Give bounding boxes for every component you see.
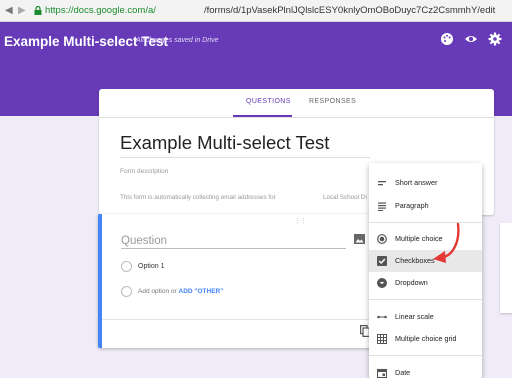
checkbox-icon bbox=[377, 256, 387, 266]
menu-item-label: Linear scale bbox=[395, 312, 434, 321]
option-1-label[interactable]: Option 1 bbox=[138, 263, 164, 270]
add-option-row: Add option or ADD "OTHER" bbox=[138, 288, 223, 295]
save-status: All changes saved in Drive bbox=[136, 37, 219, 44]
paragraph-icon bbox=[378, 202, 386, 211]
add-other-link[interactable]: ADD "OTHER" bbox=[179, 288, 224, 295]
forward-icon[interactable]: ▶ bbox=[18, 5, 26, 16]
menu-item-label: Dropdown bbox=[395, 278, 428, 287]
browser-url-bar[interactable]: ◀ ▶ https://docs.google.com/a/ /forms/d/… bbox=[0, 0, 512, 22]
annotation-arrow-icon bbox=[433, 222, 460, 263]
menu-item-date[interactable]: Date bbox=[369, 362, 482, 378]
menu-item-label: Paragraph bbox=[395, 201, 429, 210]
back-icon[interactable]: ◀ bbox=[5, 5, 13, 16]
radio-icon bbox=[377, 234, 387, 244]
add-image-icon[interactable] bbox=[354, 234, 365, 244]
menu-item-multiple-choice-grid[interactable]: Multiple choice grid bbox=[369, 328, 482, 350]
dropdown-icon bbox=[377, 278, 387, 288]
add-option-link[interactable]: Add option bbox=[138, 288, 169, 295]
menu-item-paragraph[interactable]: Paragraph bbox=[369, 195, 482, 217]
or-label: or bbox=[170, 288, 177, 295]
form-title[interactable]: Example Multi-select Test bbox=[120, 132, 329, 154]
add-option-radio bbox=[121, 286, 132, 297]
url-host[interactable]: https://docs.google.com/a/ bbox=[45, 5, 156, 16]
short-answer-icon bbox=[378, 181, 386, 186]
lock-icon bbox=[34, 6, 42, 15]
form-title-underline bbox=[120, 157, 370, 158]
tab-questions[interactable]: QUESTIONS bbox=[246, 98, 291, 105]
menu-item-label: Short answer bbox=[395, 178, 438, 187]
menu-item-dropdown[interactable]: Dropdown bbox=[369, 272, 482, 294]
tabs-divider bbox=[99, 117, 494, 118]
option-1-radio[interactable] bbox=[121, 261, 132, 272]
url-path[interactable]: /forms/d/1pVasekPlnlJQlslcESY0knlyOmOBoD… bbox=[204, 5, 495, 16]
question-title-field[interactable]: Question bbox=[121, 235, 167, 247]
menu-item-label: Date bbox=[395, 368, 411, 377]
menu-separator bbox=[369, 355, 482, 356]
linear-scale-icon bbox=[377, 315, 387, 319]
menu-item-linear-scale[interactable]: Linear scale bbox=[369, 306, 482, 328]
settings-gear-icon[interactable] bbox=[488, 32, 502, 46]
menu-item-label: Multiple choice grid bbox=[395, 334, 457, 343]
form-description-field[interactable]: Form description bbox=[120, 168, 168, 175]
menu-item-label: Checkboxes bbox=[395, 256, 435, 265]
menu-separator bbox=[369, 299, 482, 300]
grid-icon bbox=[377, 334, 387, 344]
menu-item-short-answer[interactable]: Short answer bbox=[369, 172, 482, 194]
email-collection-note: This form is automatically collecting em… bbox=[120, 194, 276, 201]
palette-icon[interactable] bbox=[440, 32, 454, 46]
calendar-icon bbox=[377, 368, 387, 378]
question-title-underline bbox=[121, 248, 346, 249]
domain-name: Local School Di bbox=[323, 194, 367, 201]
floating-toolbar[interactable] bbox=[500, 223, 512, 313]
preview-eye-icon[interactable] bbox=[464, 32, 478, 46]
tab-responses[interactable]: RESPONSES bbox=[309, 98, 356, 105]
drag-handle-icon[interactable]: ⋮⋮ bbox=[294, 217, 307, 225]
